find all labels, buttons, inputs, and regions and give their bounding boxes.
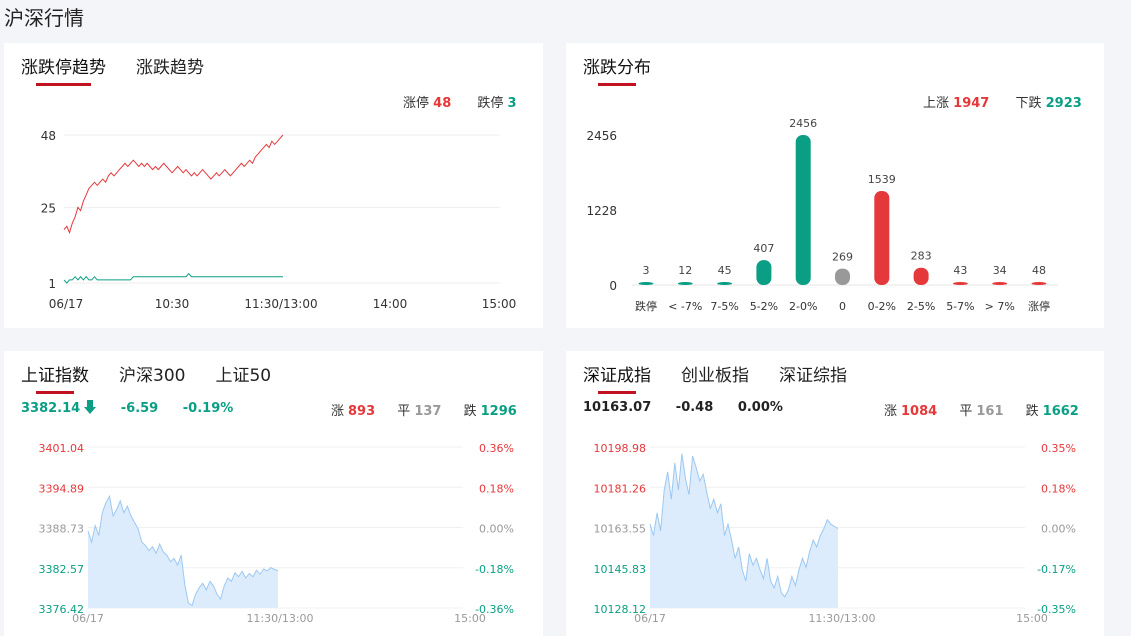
- pct-tick-label: 0.36%: [479, 442, 514, 455]
- distribution-chart: 2456 1228 0 3 跌停 12 < -7% 45 7-5% 407 5-2% 2456 2-0%…: [586, 117, 1058, 313]
- x-tick-label: 14:00: [373, 297, 408, 311]
- bar: [1031, 282, 1047, 285]
- y-tick-label: 25: [41, 201, 56, 215]
- x-category-label: 涨停: [1028, 299, 1050, 313]
- y-tick-label: 3394.89: [39, 482, 85, 495]
- x-category-label: 0-2%: [868, 300, 896, 313]
- sh-index-panel: 上证指数 沪深300 上证50 3382.14 -6.59 -0.19% 涨 89…: [4, 351, 543, 636]
- pct-tick-label: -0.18%: [475, 563, 514, 576]
- y-tick-label: 0: [609, 279, 617, 293]
- x-tick-label: 06/17: [634, 612, 666, 625]
- pct-tick-label: 0.18%: [1041, 482, 1076, 495]
- y-tick-label: 10181.26: [594, 482, 647, 495]
- x-category-label: > 7%: [985, 300, 1015, 313]
- y-tick-label: 10163.55: [594, 523, 647, 536]
- bar: [717, 282, 733, 285]
- bar-value-label: 2456: [789, 117, 817, 130]
- price-area: [88, 496, 278, 608]
- x-tick-label: 06/17: [49, 297, 84, 311]
- limit-down-series-line: [63, 272, 283, 284]
- x-category-label: 5-2%: [750, 300, 778, 313]
- sz-index-chart: 10198.98 0.35% 10181.26 0.18% 10163.55 0.00% 1…: [594, 442, 1077, 625]
- x-tick-label: 06/17: [72, 612, 104, 625]
- y-tick-label: 1228: [586, 204, 617, 218]
- pct-tick-label: 0.18%: [479, 482, 514, 495]
- x-category-label: 2-0%: [789, 300, 817, 313]
- y-tick-label: 10198.98: [594, 442, 647, 455]
- bar: [795, 135, 811, 285]
- y-tick-label: 2456: [586, 129, 617, 143]
- page-title: 沪深行情: [4, 6, 84, 30]
- x-tick-label: 11:30/13:00: [246, 612, 313, 625]
- bar-value-label: 3: [643, 264, 650, 277]
- pct-tick-label: 0.00%: [479, 523, 514, 536]
- bar-value-label: 43: [953, 264, 967, 277]
- bar-value-label: 407: [753, 242, 774, 255]
- x-category-label: 0: [839, 300, 846, 313]
- x-tick-label: 10:30: [155, 297, 190, 311]
- x-category-label: 7-5%: [710, 300, 738, 313]
- limit-trend-panel: 涨跌停趋势 涨跌趋势 涨停 48 跌停 3 48 25 1 06/17 10:30 11:…: [4, 43, 543, 328]
- sh-index-chart: 3401.04 0.36% 3394.89 0.18% 3388.73 0.00% 3382…: [39, 442, 515, 625]
- x-category-label: 跌停: [635, 299, 657, 313]
- bar-value-label: 34: [993, 264, 1007, 277]
- bar: [874, 191, 890, 285]
- bar-value-label: 283: [911, 250, 932, 263]
- price-area: [650, 453, 838, 608]
- limit-trend-chart: 48 25 1 06/17 10:30 11:30/13:00 14:00 15:00: [41, 129, 517, 311]
- bar: [835, 268, 850, 285]
- bar-value-label: 45: [718, 264, 732, 277]
- limit-up-series-line: [63, 134, 284, 235]
- x-tick-label: 15:00: [482, 297, 517, 311]
- x-category-label: 5-7%: [946, 300, 974, 313]
- x-category-label: 2-5%: [907, 300, 935, 313]
- distribution-panel: 涨跌分布 上涨 1947 下跌 2923 2456 1228 0 3 跌停 12 < -7%…: [566, 43, 1104, 328]
- y-tick-label: 1: [48, 277, 56, 291]
- sz-index-panel: 深证成指 创业板指 深证综指 10163.07 -0.48 0.00% 涨 108…: [566, 351, 1104, 636]
- x-tick-label: 11:30/13:00: [244, 297, 317, 311]
- pct-tick-label: 0.00%: [1041, 523, 1076, 536]
- bar-value-label: 48: [1032, 264, 1046, 277]
- x-category-label: < -7%: [668, 300, 702, 313]
- bar-value-label: 12: [678, 264, 692, 277]
- x-tick-label: 11:30/13:00: [808, 612, 875, 625]
- y-tick-label: 3388.73: [39, 523, 85, 536]
- y-tick-label: 3401.04: [39, 442, 85, 455]
- y-tick-label: 10145.83: [594, 563, 647, 576]
- bar-value-label: 269: [832, 251, 853, 264]
- x-tick-label: 15:00: [454, 612, 486, 625]
- bar: [913, 267, 929, 285]
- bar: [756, 260, 772, 285]
- pct-tick-label: 0.35%: [1041, 442, 1076, 455]
- bar: [952, 282, 968, 285]
- y-tick-label: 3382.57: [39, 563, 85, 576]
- pct-tick-label: -0.17%: [1037, 563, 1076, 576]
- x-tick-label: 15:00: [1016, 612, 1048, 625]
- bar: [992, 282, 1008, 285]
- y-tick-label: 48: [41, 129, 56, 143]
- bar: [677, 282, 693, 285]
- bar: [638, 282, 654, 285]
- bar-value-label: 1539: [868, 173, 896, 186]
